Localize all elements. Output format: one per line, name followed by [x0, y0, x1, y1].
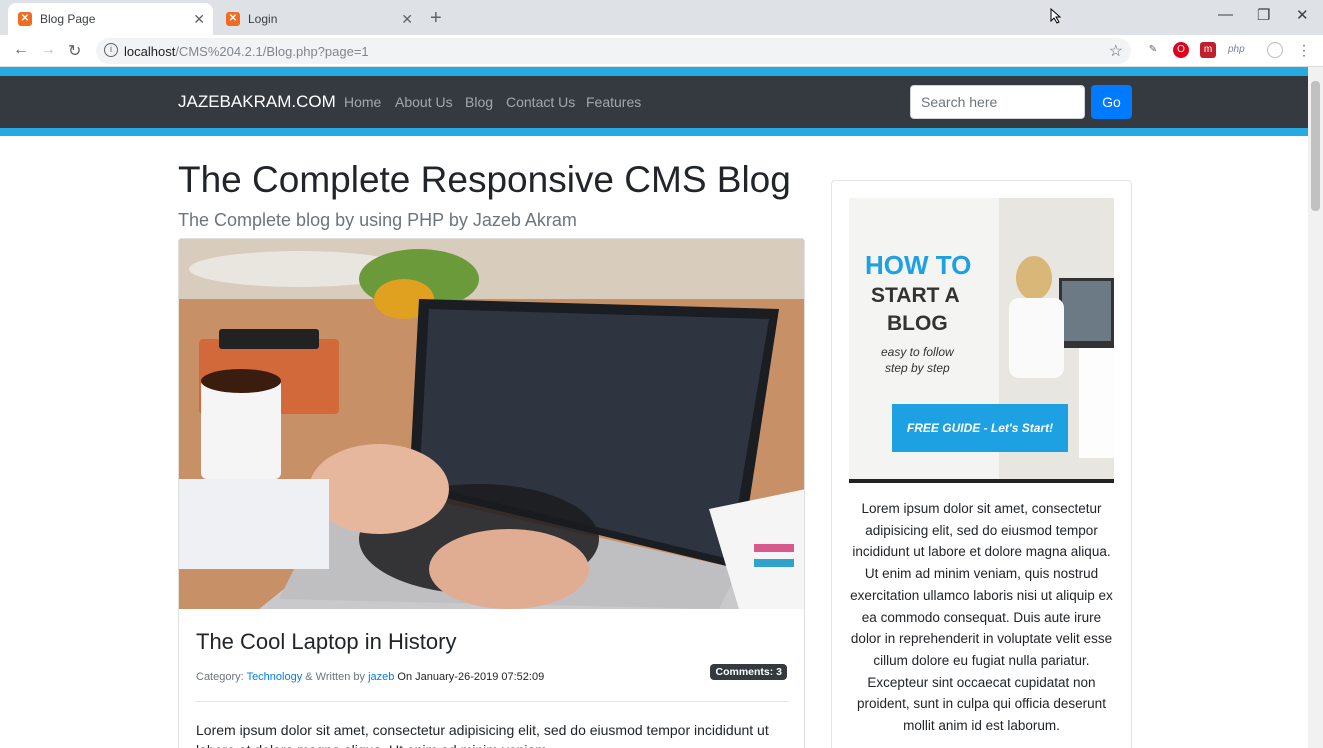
- nav-contact-us[interactable]: Contact Us: [506, 94, 575, 110]
- mouse-cursor-icon: [1050, 7, 1062, 24]
- post-meta: Category: Technology & Written by jazeb …: [196, 671, 544, 683]
- xampp-favicon-icon: ✕: [18, 12, 32, 26]
- nav-features[interactable]: Features: [586, 94, 641, 110]
- menu-dots-icon[interactable]: ⋮: [1296, 42, 1312, 58]
- category-link[interactable]: Technology: [247, 671, 303, 683]
- banner-line2: START A: [871, 284, 960, 307]
- nav-about-us[interactable]: About Us: [395, 94, 453, 110]
- sidebar-card: HOW TO START A BLOG easy to follow step …: [831, 180, 1132, 748]
- opera-extension-icon[interactable]: O: [1173, 42, 1189, 58]
- page-scrollbar[interactable]: [1308, 67, 1323, 748]
- url-text: localhost/CMS%204.2.1/Blog.php?page=1: [124, 44, 369, 59]
- bookmark-star-icon[interactable]: ☆: [1109, 41, 1123, 61]
- site-info-icon[interactable]: i: [104, 43, 118, 57]
- search-input[interactable]: Search here: [910, 85, 1085, 119]
- tab-login[interactable]: ✕ Login ✕: [216, 3, 421, 35]
- browser-tab-strip: ✕ Blog Page ✕ ✕ Login ✕ + — ❐ ✕: [0, 0, 1323, 35]
- written-by-label: & Written by: [305, 671, 365, 683]
- site-navbar: JAZEBAKRAM.COM Home About Us Blog Contac…: [0, 76, 1308, 128]
- blog-guide-banner[interactable]: HOW TO START A BLOG easy to follow step …: [849, 198, 1114, 483]
- minimize-icon[interactable]: —: [1218, 6, 1233, 23]
- page-subtitle: The Complete blog by using PHP by Jazeb …: [178, 210, 577, 230]
- category-prefix: Category:: [196, 671, 244, 683]
- nav-home[interactable]: Home: [344, 94, 381, 110]
- page-title: The Complete Responsive CMS Blog: [178, 159, 791, 200]
- divider: [196, 701, 788, 702]
- tab-title: Blog Page: [40, 12, 96, 26]
- forward-icon[interactable]: →: [40, 41, 56, 59]
- banner-line3: BLOG: [887, 312, 948, 335]
- sidebar-text: Lorem ipsum dolor sit amet, consectetur …: [850, 501, 1113, 734]
- banner-headline: HOW TO: [865, 250, 972, 280]
- web-page: JAZEBAKRAM.COM Home About Us Blog Contac…: [0, 67, 1308, 748]
- post-date: January-26-2019 07:52:09: [415, 671, 545, 683]
- scrollbar-thumb[interactable]: [1311, 81, 1320, 211]
- free-guide-button[interactable]: FREE GUIDE - Let's Start!: [892, 404, 1068, 452]
- nav-blog[interactable]: Blog: [465, 94, 493, 110]
- back-icon[interactable]: ←: [13, 41, 29, 59]
- php-extension-icon[interactable]: php: [1228, 42, 1245, 58]
- on-label: On: [397, 671, 413, 683]
- url-path: /CMS%204.2.1/Blog.php?page=1: [175, 44, 369, 59]
- go-button[interactable]: Go: [1091, 85, 1132, 119]
- tab-title: Login: [248, 12, 278, 26]
- close-tab-icon[interactable]: ✕: [401, 11, 413, 28]
- restore-icon[interactable]: ❐: [1257, 6, 1270, 24]
- address-toolbar: ← → ↻ i localhost/CMS%204.2.1/Blog.php?p…: [0, 35, 1323, 67]
- tab-blog-page[interactable]: ✕ Blog Page ✕: [8, 3, 213, 35]
- close-tab-icon[interactable]: ✕: [193, 11, 205, 28]
- url-host: localhost: [124, 44, 176, 59]
- banner-sub1: easy to follow: [881, 345, 954, 359]
- red-extension-icon[interactable]: m: [1200, 42, 1216, 58]
- post-image: [179, 239, 804, 609]
- post-card: The Cool Laptop in History Category: Tec…: [178, 238, 805, 748]
- banner-sub2: step by step: [884, 361, 950, 375]
- accent-stripe: [0, 128, 1308, 136]
- post-excerpt: Lorem ipsum dolor sit amet, consectetur …: [196, 722, 769, 748]
- reload-icon[interactable]: ↻: [68, 41, 81, 61]
- url-bar[interactable]: i localhost/CMS%204.2.1/Blog.php?page=1 …: [96, 38, 1131, 64]
- brand-link[interactable]: JAZEBAKRAM.COM: [178, 92, 336, 112]
- author-link[interactable]: jazeb: [368, 671, 394, 683]
- post-title[interactable]: The Cool Laptop in History: [196, 629, 456, 655]
- profile-avatar-icon[interactable]: [1267, 42, 1283, 58]
- xampp-favicon-icon: ✕: [226, 12, 240, 26]
- banner-subtitle: easy to follow step by step: [881, 344, 954, 376]
- new-tab-icon[interactable]: +: [430, 7, 442, 30]
- eyedropper-extension-icon[interactable]: ✎: [1145, 42, 1161, 58]
- accent-stripe: [0, 67, 1308, 76]
- close-window-icon[interactable]: ✕: [1296, 6, 1309, 24]
- comments-badge: Comments: 3: [710, 664, 787, 680]
